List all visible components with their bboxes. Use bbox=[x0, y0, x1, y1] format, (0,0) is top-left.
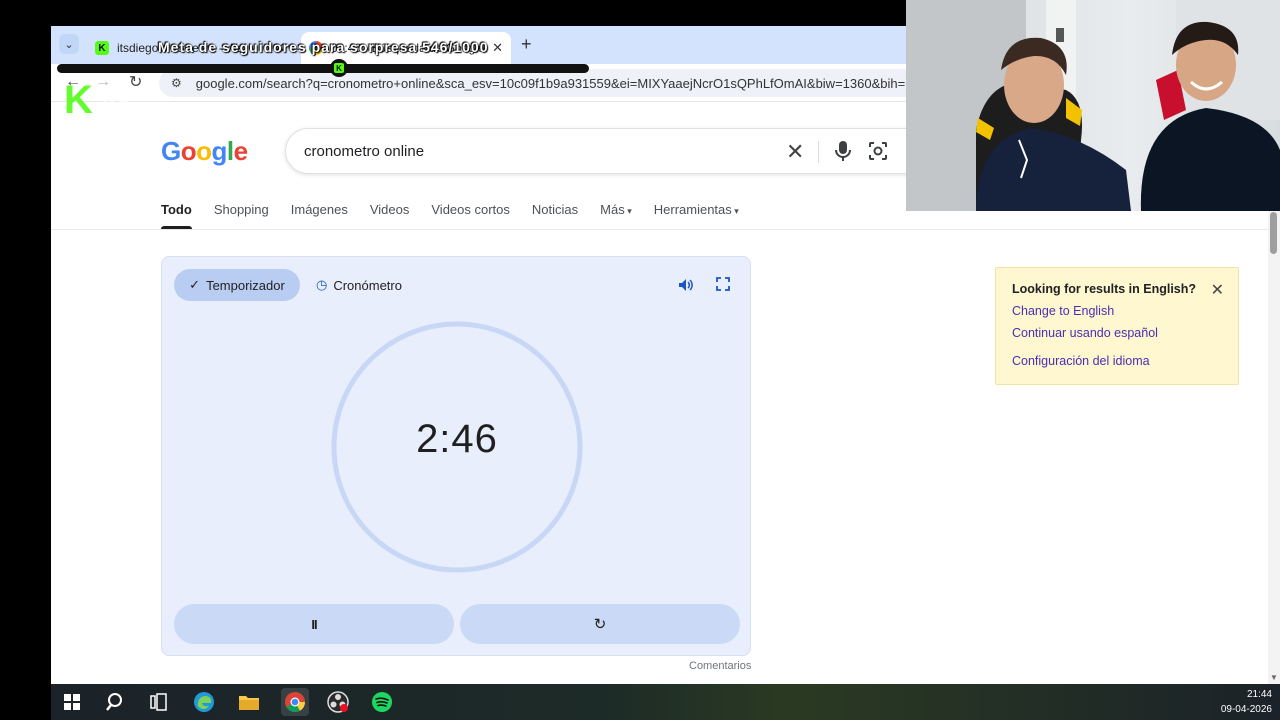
tab-timer[interactable]: ✓ Temporizador bbox=[174, 269, 300, 301]
scrollbar-thumb[interactable] bbox=[1270, 212, 1277, 254]
screen: ⌄ K itsdiegov... Stream - Wa ✕ 02:46 - B… bbox=[0, 0, 1280, 720]
reset-button[interactable]: ↻ bbox=[460, 604, 740, 644]
taskbar: 21:44 09-04-2026 bbox=[51, 684, 1280, 720]
url-text: google.com/search?q=cronometro+online&sc… bbox=[195, 75, 936, 91]
change-to-english-link[interactable]: Change to English bbox=[1012, 304, 1222, 318]
timer-time: 2:46 bbox=[416, 417, 498, 461]
clock-time: 21:44 bbox=[1246, 689, 1272, 700]
google-logo[interactable]: Google bbox=[161, 136, 248, 167]
search-tab-label: Noticias bbox=[531, 202, 579, 217]
webcam-image bbox=[906, 0, 1280, 211]
google-logo-letter: e bbox=[233, 136, 248, 166]
search-tab-todo[interactable]: Todo bbox=[161, 202, 192, 229]
search-tab-herramientas[interactable]: Herramientas ▾ bbox=[654, 202, 739, 229]
language-notice: Looking for results in English? ✕ Change… bbox=[995, 267, 1239, 385]
search-tab-label: Todo bbox=[161, 202, 192, 217]
google-logo-letter: o bbox=[196, 136, 212, 166]
clock-date: 09-04-2026 bbox=[1220, 704, 1272, 715]
follower-goal-marker: K bbox=[329, 59, 348, 77]
clear-search-icon[interactable]: ✕ bbox=[786, 139, 804, 165]
continue-spanish-link[interactable]: Continuar usando español bbox=[1012, 326, 1222, 340]
chevron-down-icon: ▾ bbox=[731, 206, 739, 216]
search-tab-label: Shopping bbox=[213, 202, 269, 217]
google-logo-letter: l bbox=[226, 136, 234, 166]
sound-icon[interactable] bbox=[678, 277, 694, 293]
feedback-link[interactable]: Comentarios bbox=[689, 660, 751, 672]
language-notice-title: Looking for results in English? bbox=[1012, 282, 1197, 296]
system-clock[interactable]: 21:44 09-04-2026 bbox=[1221, 687, 1272, 717]
divider bbox=[818, 141, 819, 163]
search-icon[interactable] bbox=[104, 690, 128, 714]
search-tab-label: Videos bbox=[369, 202, 410, 217]
chrome-icon[interactable] bbox=[281, 688, 309, 716]
search-tab-label: Imágenes bbox=[290, 202, 348, 217]
kick-icon: K bbox=[333, 63, 344, 73]
chevron-down-icon: ▾ bbox=[624, 206, 632, 216]
search-tab-noticias[interactable]: Noticias bbox=[532, 202, 578, 229]
close-tab-icon[interactable]: ✕ bbox=[492, 40, 503, 56]
reload-icon[interactable]: ↻ bbox=[129, 72, 142, 92]
task-view-icon[interactable] bbox=[147, 690, 171, 714]
search-query: cronometro online bbox=[304, 142, 425, 160]
webcam-feed bbox=[906, 0, 1280, 211]
google-logo-letter: G bbox=[161, 136, 181, 166]
search-tab-label: Herramientas bbox=[653, 202, 732, 217]
google-logo-letter: o bbox=[180, 136, 197, 166]
new-tab-button[interactable]: + bbox=[521, 34, 532, 55]
close-icon[interactable]: ✕ bbox=[1211, 280, 1224, 300]
file-explorer-icon[interactable] bbox=[237, 690, 261, 714]
tab-stopwatch[interactable]: ◷ Cronómetro bbox=[316, 269, 402, 301]
kick-logo-number: 48 bbox=[102, 86, 131, 116]
tab-timer-label: Temporizador bbox=[206, 277, 285, 293]
pause-button[interactable]: II bbox=[174, 604, 454, 644]
clock-icon: ◷ bbox=[316, 277, 328, 292]
site-info-icon[interactable]: ⚙ bbox=[171, 76, 182, 90]
check-icon: ✓ bbox=[189, 277, 201, 292]
microphone-icon[interactable] bbox=[832, 139, 854, 163]
search-tab-label: Más bbox=[600, 202, 625, 217]
reset-icon: ↻ bbox=[593, 616, 607, 633]
google-logo-letter: g bbox=[211, 136, 228, 166]
tab-stopwatch-label: Cronómetro bbox=[333, 277, 402, 293]
search-input[interactable]: cronometro online ✕ bbox=[285, 128, 985, 174]
fullscreen-icon[interactable] bbox=[716, 277, 730, 291]
pause-icon: II bbox=[311, 616, 317, 632]
search-tab-videos[interactable]: Videos bbox=[370, 202, 410, 229]
obs-icon[interactable] bbox=[326, 690, 350, 714]
search-tabs: Todo Shopping Imágenes Videos Videos cortos N… bbox=[161, 202, 761, 229]
language-settings-link[interactable]: Configuración del idioma bbox=[1012, 354, 1222, 368]
timer-widget: ✓ Temporizador ◷ Cronómetro 2:46 II ↻ bbox=[161, 256, 751, 656]
search-tab-videos-cortos[interactable]: Videos cortos bbox=[431, 202, 510, 229]
follower-goal-bar: K bbox=[57, 59, 589, 77]
kick-icon: K bbox=[95, 41, 109, 55]
tab-search-button[interactable]: ⌄ bbox=[59, 34, 79, 54]
follower-goal-text: Meta de seguidores para sorpresa 546/100… bbox=[158, 39, 489, 55]
search-tab-imágenes[interactable]: Imágenes bbox=[291, 202, 348, 229]
kick-logo: K bbox=[64, 78, 93, 122]
search-tab-más[interactable]: Más ▾ bbox=[600, 202, 632, 229]
google-lens-icon[interactable] bbox=[868, 141, 888, 161]
scrollbar[interactable]: ▼ bbox=[1268, 202, 1280, 684]
windows-start-icon[interactable] bbox=[60, 690, 84, 714]
scroll-down-icon[interactable]: ▼ bbox=[1270, 673, 1278, 682]
search-tab-label: Videos cortos bbox=[431, 202, 510, 217]
divider bbox=[51, 229, 1280, 230]
search-tab-shopping[interactable]: Shopping bbox=[214, 202, 269, 229]
edge-icon[interactable] bbox=[192, 690, 216, 714]
spotify-icon[interactable] bbox=[370, 690, 394, 714]
